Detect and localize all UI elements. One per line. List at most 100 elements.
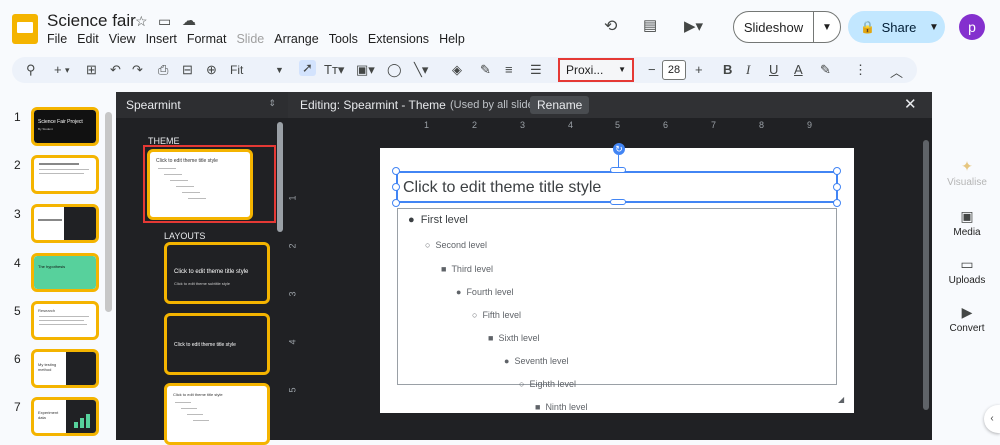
image-icon[interactable]: ▣▾ bbox=[356, 62, 375, 78]
resize-handle[interactable] bbox=[392, 167, 400, 175]
version-history-icon[interactable]: ⟲ bbox=[604, 16, 617, 36]
ruler-tick: 8 bbox=[759, 120, 765, 130]
slide-thumbnail[interactable]: My testing method bbox=[31, 349, 99, 388]
ruler-tick: 1 bbox=[287, 195, 298, 201]
comments-icon[interactable]: ▤ bbox=[643, 16, 657, 34]
level-text: Ninth level bbox=[545, 402, 588, 412]
level-text: First level bbox=[420, 214, 468, 226]
bold-icon[interactable]: B bbox=[723, 62, 732, 77]
layout-card[interactable]: Click to edit theme title style bbox=[164, 313, 270, 375]
editing-label: Editing: Spearmint - Theme bbox=[300, 98, 446, 112]
border-dash-icon[interactable]: ☰ bbox=[530, 62, 542, 78]
thumb-title: Science Fair Project bbox=[38, 119, 83, 125]
menu-format[interactable]: Format bbox=[187, 32, 227, 46]
filmstrip-scrollbar[interactable] bbox=[105, 112, 112, 312]
zoom-icon[interactable]: ⊕ bbox=[206, 62, 217, 78]
increase-font-icon[interactable]: + bbox=[695, 62, 703, 77]
slideshow-button[interactable]: Slideshow ▼ bbox=[733, 11, 841, 43]
resize-handle[interactable] bbox=[833, 199, 841, 207]
side-panel-toggle-icon[interactable]: ‹ bbox=[984, 405, 1000, 433]
text-color-icon[interactable]: A bbox=[794, 62, 803, 77]
sort-icon[interactable]: ⇕ bbox=[268, 98, 276, 109]
list-level-5: ○ Fifth level bbox=[472, 310, 521, 320]
menu-tools[interactable]: Tools bbox=[329, 32, 358, 46]
rotate-handle-icon[interactable]: ↻ bbox=[613, 143, 625, 155]
editor-scrollbar[interactable] bbox=[923, 140, 929, 410]
highlight-icon[interactable]: ✎ bbox=[820, 62, 831, 78]
resize-corner-icon[interactable]: ◢ bbox=[838, 395, 844, 404]
chevron-down-icon[interactable]: ▼ bbox=[923, 22, 945, 33]
ruler-tick: 9 bbox=[807, 120, 813, 130]
border-color-icon[interactable]: ✎ bbox=[480, 62, 491, 78]
theme-panel-scrollbar[interactable] bbox=[277, 122, 283, 232]
print-icon[interactable]: ⎙ bbox=[158, 62, 168, 78]
select-cursor-icon[interactable]: ➚ bbox=[299, 60, 316, 76]
slide-number: 4 bbox=[14, 256, 21, 270]
menu-view[interactable]: View bbox=[109, 32, 136, 46]
slide-number: 5 bbox=[14, 304, 21, 318]
slide-thumbnail[interactable]: Research bbox=[31, 301, 99, 340]
resize-handle[interactable] bbox=[833, 183, 841, 191]
redo-icon[interactable]: ↷ bbox=[132, 62, 143, 78]
text-box-icon[interactable]: Tт▾ bbox=[324, 62, 344, 78]
star-icon[interactable]: ☆ bbox=[135, 13, 148, 30]
resize-handle[interactable] bbox=[392, 199, 400, 207]
paint-format-icon[interactable]: ⊟ bbox=[182, 62, 193, 78]
slide-thumbnail[interactable]: Experiment data bbox=[31, 397, 99, 436]
search-icon[interactable]: ⚲ bbox=[26, 62, 36, 78]
avatar[interactable]: p bbox=[959, 14, 985, 40]
list-level-8: ○ Eighth level bbox=[519, 379, 576, 389]
uploads-button[interactable]: ▭ Uploads bbox=[942, 256, 992, 286]
menu-edit[interactable]: Edit bbox=[77, 32, 99, 46]
menu-help[interactable]: Help bbox=[439, 32, 465, 46]
menu-arrange[interactable]: Arrange bbox=[274, 32, 318, 46]
font-family-select[interactable]: Proxi... ▼ bbox=[558, 58, 634, 82]
media-button[interactable]: ▣ Media bbox=[942, 208, 992, 238]
menu-file[interactable]: File bbox=[47, 32, 67, 46]
bullet-icon: ○ bbox=[472, 310, 483, 320]
chevron-down-icon[interactable]: ▼ bbox=[275, 65, 284, 75]
line-icon[interactable]: ╲▾ bbox=[414, 62, 428, 78]
slide-thumbnail[interactable]: Science Fair Project By Student bbox=[31, 107, 99, 146]
layout-card[interactable]: Click to edit theme title style Click to… bbox=[164, 242, 270, 304]
collapse-toolbar-icon[interactable]: ︿ bbox=[890, 62, 903, 81]
list-level-9: ■ Ninth level bbox=[535, 402, 587, 412]
resize-handle[interactable] bbox=[833, 167, 841, 175]
border-weight-icon[interactable]: ≡ bbox=[505, 62, 513, 77]
add-slide-icon[interactable]: ⊞ bbox=[86, 62, 97, 78]
cloud-status-icon[interactable]: ☁ bbox=[182, 12, 196, 29]
font-size-input[interactable]: 28 bbox=[662, 60, 686, 80]
chevron-down-icon[interactable]: ▾ bbox=[65, 65, 70, 76]
underline-icon[interactable]: U bbox=[769, 62, 778, 77]
layout-card[interactable]: Click to edit theme title style bbox=[164, 383, 270, 445]
menu-extensions[interactable]: Extensions bbox=[368, 32, 429, 46]
resize-handle[interactable] bbox=[610, 167, 626, 173]
close-icon[interactable]: ✕ bbox=[904, 95, 917, 113]
undo-icon[interactable]: ↶ bbox=[110, 62, 121, 78]
decrease-font-icon[interactable]: − bbox=[648, 62, 656, 77]
slide-thumbnail[interactable]: The hypothesis bbox=[31, 253, 99, 292]
bullet-icon: ● bbox=[408, 214, 421, 226]
fill-color-icon[interactable]: ◈ bbox=[452, 62, 462, 78]
document-title[interactable]: Science fair bbox=[47, 11, 136, 31]
convert-button[interactable]: ▶ Convert bbox=[942, 304, 992, 334]
menu-insert[interactable]: Insert bbox=[146, 32, 177, 46]
shape-icon[interactable]: ◯ bbox=[387, 62, 402, 78]
chevron-down-icon[interactable]: ▼ bbox=[814, 22, 840, 33]
move-folder-icon[interactable]: ▭ bbox=[158, 13, 171, 30]
zoom-select[interactable]: Fit bbox=[230, 63, 243, 77]
slide-thumbnail[interactable] bbox=[31, 155, 99, 194]
meet-icon[interactable]: ▶▾ bbox=[684, 17, 703, 35]
rename-button[interactable]: Rename bbox=[530, 96, 590, 114]
slide-thumbnail[interactable] bbox=[31, 204, 99, 243]
theme-master-card[interactable]: Click to edit theme title style bbox=[147, 149, 253, 220]
bullet-icon: ● bbox=[456, 287, 467, 297]
title-text[interactable]: Click to edit theme title style bbox=[403, 179, 601, 197]
share-button[interactable]: 🔒 Share ▼ bbox=[848, 11, 945, 43]
new-slide-icon[interactable]: + bbox=[54, 62, 62, 77]
italic-icon[interactable]: I bbox=[746, 62, 750, 78]
resize-handle[interactable] bbox=[392, 183, 400, 191]
resize-handle[interactable] bbox=[610, 199, 626, 205]
slides-logo[interactable] bbox=[12, 14, 38, 44]
more-options-icon[interactable]: ⋮ bbox=[854, 62, 867, 78]
